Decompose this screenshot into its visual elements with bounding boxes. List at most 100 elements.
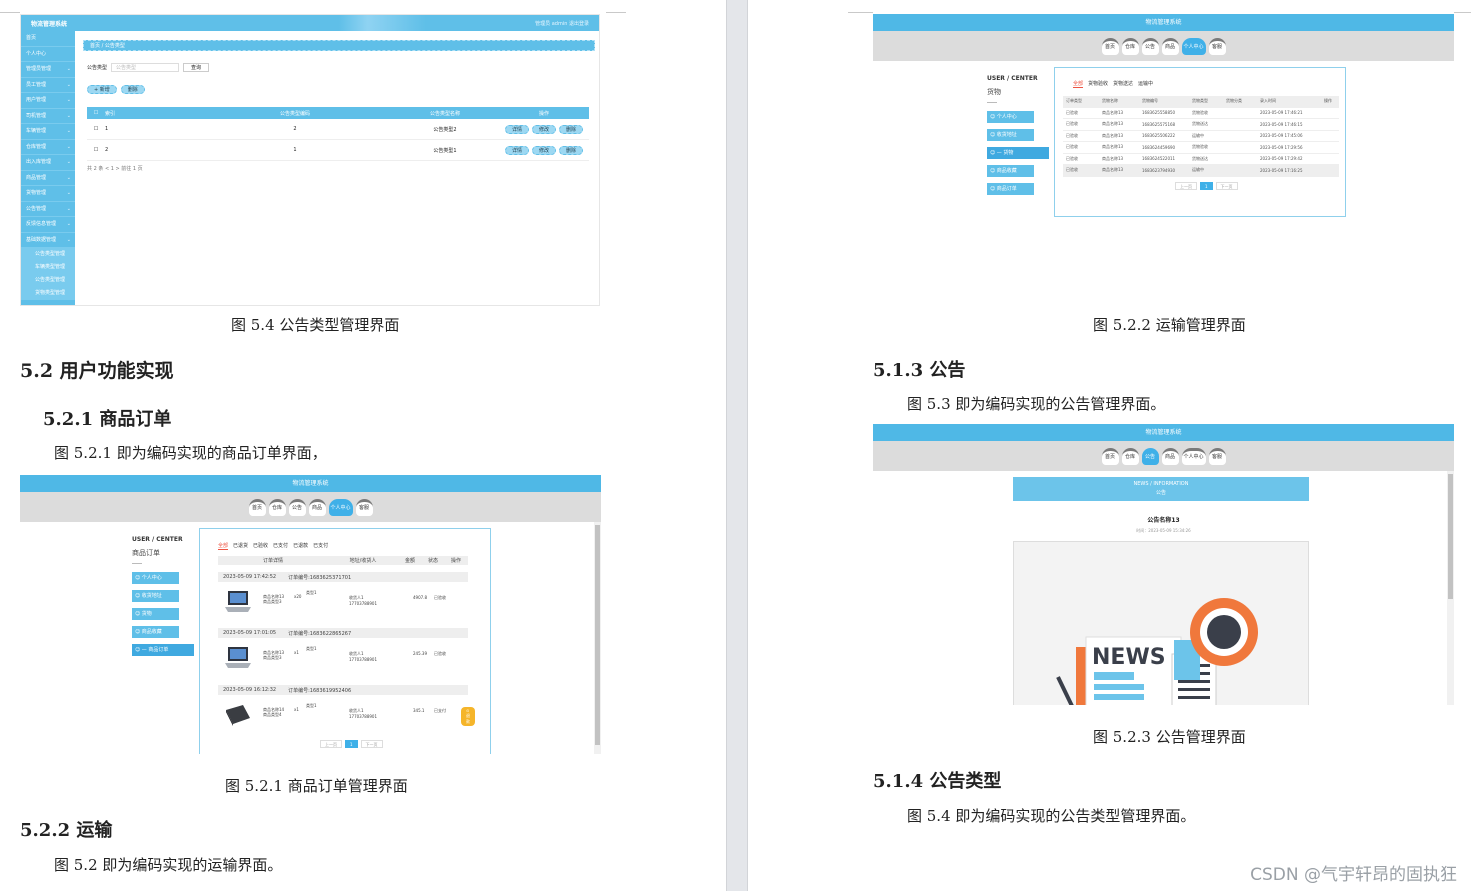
scrollbar[interactable]	[594, 522, 601, 754]
filter-tab[interactable]: 全部	[218, 542, 229, 550]
filter-tab[interactable]: 已验收	[253, 542, 268, 550]
sidebar-subitem[interactable]: 货物类型管理	[21, 287, 75, 300]
nav-item[interactable]: 仓库	[1121, 37, 1139, 55]
page-number[interactable]: 1	[1200, 182, 1213, 190]
select-all-checkbox[interactable]: ☐	[87, 110, 105, 116]
nav-item[interactable]: 公告	[288, 498, 306, 516]
filter-tab[interactable]: 货物送达	[1113, 80, 1133, 88]
table-row[interactable]: 已验收 商品名称13 1683625558850 货物验收 2023-05-09 17:…	[1063, 108, 1339, 119]
search-button[interactable]: 查询	[183, 63, 210, 72]
table-cell: 货物验收	[1192, 109, 1208, 115]
sidebar-item[interactable]: 基础数据管理 ⌄	[21, 233, 75, 248]
nav-item[interactable]: 仓库	[1121, 447, 1139, 465]
user-menu-item[interactable]: ☺ 商品收藏	[132, 626, 179, 638]
filter-tab[interactable]: 已退款	[293, 542, 308, 550]
product-thumbnail[interactable]	[223, 645, 253, 671]
product-thumbnail[interactable]	[223, 589, 253, 615]
sidebar-item[interactable]: 反馈信息管理 ⌄	[21, 217, 75, 233]
row-checkbox[interactable]: ☐	[87, 126, 105, 132]
user-menu-item[interactable]: ☺ 收货地址	[132, 590, 179, 602]
paragraph: 图 5.2.1 即为编码实现的商品订单界面，	[54, 444, 327, 462]
product-tag: 类型1	[306, 646, 317, 651]
table-row[interactable]: 已验收 商品名称13 1683625575168 货物送达 2023-05-09 17:…	[1063, 119, 1339, 131]
sidebar-item[interactable]: 用户管理 ⌄	[21, 93, 75, 109]
filter-tab[interactable]: 全部	[1073, 80, 1084, 88]
filter-tab[interactable]: 运输中	[1138, 80, 1153, 88]
nav-item[interactable]: 个人中心	[1181, 37, 1206, 55]
filter-tab[interactable]: 已支付	[273, 542, 288, 550]
user-menu-item[interactable]: ☺ 个人中心	[132, 572, 179, 584]
user-menu-item[interactable]: ☺ 商品收藏	[987, 165, 1034, 177]
scrollbar-thumb[interactable]	[595, 525, 600, 745]
nav-item[interactable]: 公告	[1141, 37, 1159, 55]
table-row[interactable]: 已验收 商品名称13 1683625506222 运输中 2023-05-09 17:4…	[1063, 131, 1339, 142]
nav-item[interactable]: 个人中心	[1181, 447, 1206, 465]
user-menu-item[interactable]: ☺ 货物	[132, 608, 179, 620]
sidebar-subitem[interactable]: 公告类型管理	[21, 274, 75, 287]
table-cell: 1683624522011	[1142, 156, 1176, 162]
paragraph: 图 5.3 即为编码实现的公告管理界面。	[907, 395, 1166, 413]
nav-item[interactable]: 仓库	[268, 498, 286, 516]
sidebar-item[interactable]: 管理员管理 ⌄	[21, 62, 75, 78]
filter-tab[interactable]: 货物验收	[1088, 80, 1108, 88]
edit-button[interactable]: 修改	[531, 145, 556, 155]
scrollbar-thumb[interactable]	[1448, 474, 1453, 599]
prev-page-button[interactable]: 上一页	[1175, 182, 1197, 190]
delete-button[interactable]: 删除	[120, 85, 145, 94]
nav-item[interactable]: 个人中心	[328, 498, 353, 516]
nav-item[interactable]: 商品	[1161, 447, 1179, 465]
refund-button[interactable]: ⊙ 退款	[461, 707, 475, 726]
product-thumbnail[interactable]	[223, 702, 253, 728]
add-button[interactable]: + 新增	[87, 85, 117, 94]
sidebar-item[interactable]: 车辆管理 ⌄	[21, 124, 75, 140]
sidebar-item[interactable]: 商品管理 ⌄	[21, 171, 75, 186]
sidebar-item[interactable]: 仓库管理 ⌄	[21, 140, 75, 155]
sidebar-item[interactable]: 司机管理 ⌄	[21, 109, 75, 124]
filter-tab[interactable]: 已退货	[233, 542, 248, 550]
page-number[interactable]: 1	[345, 740, 358, 748]
table-row[interactable]: 已验收 商品名称13 1683624459690 货物验收 2023-05-09 17:…	[1063, 142, 1339, 154]
nav-item[interactable]: 客服	[1208, 37, 1226, 55]
sidebar-item[interactable]: 出入库管理 ⌄	[21, 155, 75, 171]
sidebar-subitem[interactable]: 公告类型管理	[21, 248, 75, 261]
detail-button[interactable]: 详情	[504, 124, 529, 134]
nav-item[interactable]: 公告	[1141, 447, 1159, 465]
chevron-down-icon: ⌄	[66, 174, 71, 181]
nav-item[interactable]: 客服	[355, 498, 373, 516]
filter-tab[interactable]: 已支付	[313, 542, 328, 550]
delete-row-button[interactable]: 删除	[558, 124, 583, 134]
delete-row-button[interactable]: 删除	[558, 145, 583, 155]
nav-item[interactable]: 首页	[1101, 37, 1119, 55]
user-menu-item[interactable]: ☺ 个人中心	[987, 111, 1034, 123]
prev-page-button[interactable]: 上一页	[320, 740, 342, 748]
order-body: 商品名称13 商品类型3 x1 类型1 收货人1 17703788901 245.39 已验收	[218, 638, 468, 678]
scrollbar[interactable]	[1447, 471, 1454, 705]
nav-item[interactable]: 商品	[308, 498, 326, 516]
pagination[interactable]: 共 2 条 < 1 > 前往 1 页	[87, 165, 143, 172]
sidebar-subitem[interactable]: 车辆类型管理	[21, 261, 75, 274]
user-menu-item[interactable]: ☺ 商品订单	[987, 183, 1034, 195]
detail-button[interactable]: 详情	[504, 145, 529, 155]
user-menu-item[interactable]: ☺ — 商品订单	[132, 644, 194, 656]
user-menu-item[interactable]: ☺ 收货地址	[987, 129, 1034, 141]
chevron-down-icon: ⌄	[66, 143, 71, 150]
sidebar-item[interactable]: 公告管理 ⌄	[21, 202, 75, 217]
nav-item[interactable]: 首页	[1101, 447, 1119, 465]
row-checkbox[interactable]: ☐	[87, 147, 105, 153]
nav-item[interactable]: 商品	[1161, 37, 1179, 55]
nav-item[interactable]: 客服	[1208, 447, 1226, 465]
table-row[interactable]: 已验收 商品名称13 1683624522011 货物送达 2023-05-09 17:…	[1063, 154, 1339, 165]
nav-item[interactable]: 首页	[248, 498, 266, 516]
user-menu-item[interactable]: ☺ — 货物	[987, 147, 1049, 159]
search-input[interactable]: 公告类型	[111, 63, 180, 72]
next-page-button[interactable]: 下一页	[360, 740, 383, 748]
sidebar-item[interactable]: 员工管理 ⌄	[21, 78, 75, 93]
next-page-button[interactable]: 下一页	[1215, 182, 1238, 190]
edit-button[interactable]: 修改	[531, 124, 556, 134]
table-row[interactable]: 已验收 商品名称13 1683623794930 运输中 2023-05-09 17:1…	[1063, 165, 1339, 177]
chevron-down-icon: ⌄	[66, 81, 71, 88]
sidebar-item[interactable]: 货物管理 ⌄	[21, 186, 75, 202]
sidebar-item[interactable]: 个人中心	[21, 47, 75, 62]
admin-user-info[interactable]: 管理员 admin 退出登录	[535, 20, 589, 27]
sidebar-item[interactable]: 首页	[21, 31, 75, 47]
